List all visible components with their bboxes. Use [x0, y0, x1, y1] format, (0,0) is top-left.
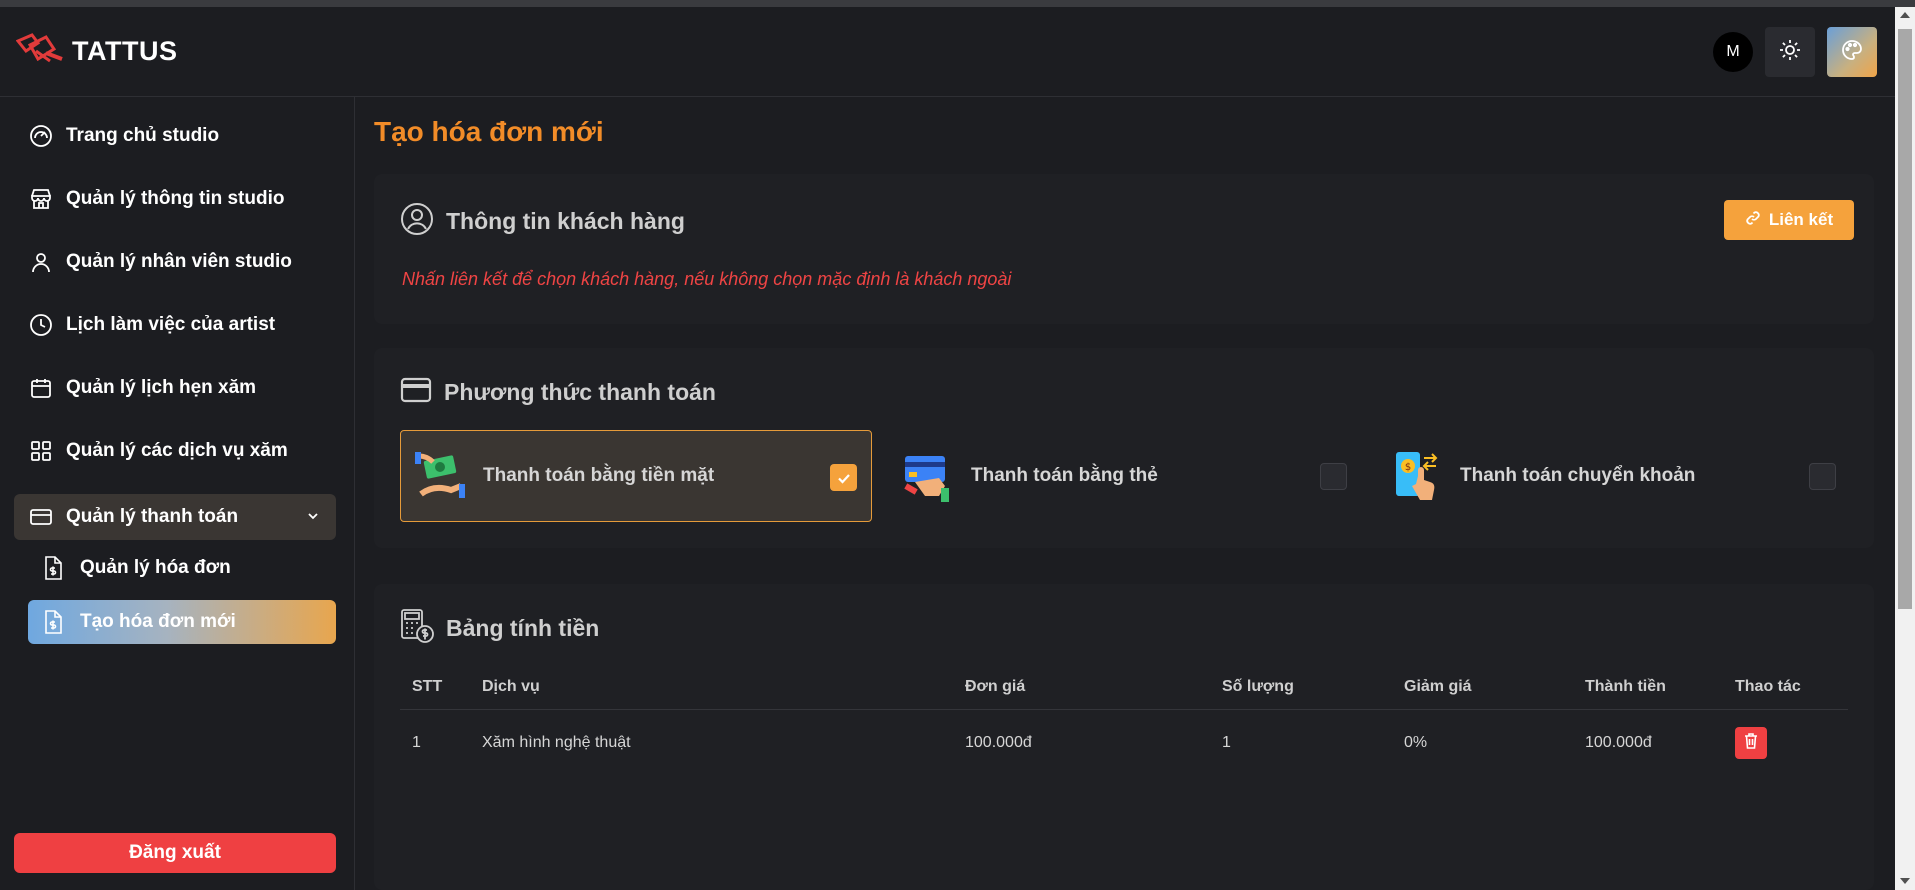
- sidebar-subitem-invoices[interactable]: Quản lý hóa đơn: [28, 546, 336, 590]
- sidebar-item-label: Tạo hóa đơn mới: [80, 611, 236, 632]
- card-payment-icon: [901, 448, 957, 504]
- billing-title: Bảng tính tiền: [446, 615, 600, 641]
- avatar[interactable]: M: [1713, 32, 1753, 72]
- credit-card-icon: [400, 376, 432, 409]
- sidebar-item-label: Trang chủ studio: [66, 125, 220, 146]
- page-scrollbar[interactable]: [1895, 7, 1915, 890]
- column-header-quantity: Số lượng: [1210, 666, 1392, 710]
- payment-option-cash[interactable]: Thanh toán bằng tiền mặt: [400, 430, 872, 522]
- browser-top-strip: [0, 0, 1915, 7]
- sidebar-item-label: Quản lý thông tin studio: [66, 188, 285, 209]
- scroll-thumb[interactable]: [1898, 29, 1912, 609]
- scroll-up-arrow-icon[interactable]: [1900, 12, 1910, 18]
- cell-stt: 1: [412, 734, 421, 752]
- sidebar-item-label: Quản lý lịch hẹn xăm: [66, 377, 257, 398]
- sidebar-item-studio-home[interactable]: Trang chủ studio: [14, 113, 336, 159]
- sidebar-subitem-create-invoice[interactable]: Tạo hóa đơn mới: [28, 600, 336, 644]
- column-header-total: Thành tiền: [1573, 666, 1723, 710]
- cell-unit-price: 100.000đ: [965, 734, 1032, 752]
- payment-checkbox-transfer[interactable]: [1809, 463, 1836, 490]
- cell-service: Xăm hình nghệ thuật: [482, 734, 631, 752]
- sidebar-item-payments[interactable]: Quản lý thanh toán: [14, 494, 336, 540]
- billing-table: STT Dịch vụ Đơn giá Số lượng Giảm giá Th…: [400, 666, 1848, 777]
- column-header-service: Dịch vụ: [470, 666, 953, 710]
- sidebar-item-artist-schedule[interactable]: Lịch làm việc của artist: [14, 302, 336, 348]
- theme-toggle-button[interactable]: [1765, 27, 1815, 77]
- cell-discount: 0%: [1404, 734, 1428, 752]
- payment-option-label: Thanh toán bằng tiền mặt: [483, 465, 715, 486]
- column-header-stt: STT: [400, 666, 470, 710]
- chevron-down-icon: [304, 507, 322, 530]
- column-header-discount: Giảm giá: [1392, 666, 1573, 710]
- column-header-unit-price: Đơn giá: [953, 666, 1210, 710]
- brand-name: TATTUS: [72, 36, 178, 66]
- color-palette-button[interactable]: [1827, 27, 1877, 77]
- payment-method-title: Phương thức thanh toán: [444, 379, 716, 405]
- sidebar-item-label: Quản lý thanh toán: [66, 506, 239, 527]
- sidebar-item-label: Quản lý hóa đơn: [80, 557, 231, 578]
- customer-info-card: Thông tin khách hàng Liên kết Nhấn liên …: [374, 174, 1874, 324]
- customer-info-header: Thông tin khách hàng: [400, 202, 685, 241]
- delete-row-button[interactable]: [1735, 727, 1767, 760]
- customer-info-title: Thông tin khách hàng: [446, 208, 685, 234]
- store-icon: [28, 186, 54, 212]
- sidebar-item-label: Quản lý các dịch vụ xăm: [66, 440, 288, 461]
- sidebar-item-label: Quản lý nhân viên studio: [66, 251, 292, 272]
- scroll-down-arrow-icon[interactable]: [1900, 878, 1910, 884]
- payment-checkbox-cash[interactable]: [830, 464, 857, 491]
- bank-transfer-icon: $: [1390, 448, 1446, 504]
- cell-total: 100.000đ: [1585, 734, 1652, 752]
- invoice-icon: [42, 556, 64, 580]
- sun-icon: [1779, 39, 1801, 66]
- main-content: Tạo hóa đơn mới Thông tin khách hàng Liê…: [356, 98, 1895, 890]
- calendar-icon: [28, 375, 54, 401]
- payment-option-card[interactable]: Thanh toán bằng thẻ: [889, 430, 1361, 522]
- billing-card: Bảng tính tiền STT Dịch vụ Đơn giá Số lư…: [374, 584, 1874, 890]
- cell-actions: [1723, 709, 1848, 777]
- invoice-icon: [42, 610, 64, 634]
- tattoo-logo-icon: [15, 31, 64, 72]
- payment-method-header: Phương thức thanh toán: [400, 376, 716, 409]
- customer-hint-text: Nhấn liên kết để chọn khách hàng, nếu kh…: [402, 269, 1012, 289]
- brand-logo[interactable]: TATTUS: [15, 31, 178, 72]
- table-row: 1 Xăm hình nghệ thuật 100.000đ 1 0% 100.…: [400, 709, 1848, 777]
- sidebar-item-appointments[interactable]: Quản lý lịch hẹn xăm: [14, 365, 336, 411]
- user-icon: [28, 249, 54, 275]
- column-header-actions: Thao tác: [1723, 666, 1848, 710]
- logout-button[interactable]: Đăng xuất: [14, 833, 336, 873]
- sidebar-item-staff[interactable]: Quản lý nhân viên studio: [14, 239, 336, 285]
- calculator-icon: [400, 608, 434, 649]
- cash-payment-icon: [413, 448, 469, 504]
- sidebar-item-services[interactable]: Quản lý các dịch vụ xăm: [14, 428, 336, 474]
- sidebar-item-label: Lịch làm việc của artist: [66, 314, 276, 335]
- cell-quantity: 1: [1222, 734, 1231, 752]
- payment-option-label: Thanh toán chuyển khoản: [1460, 465, 1696, 486]
- user-circle-icon: [400, 202, 434, 241]
- sidebar: Trang chủ studio Quản lý thông tin studi…: [0, 97, 355, 890]
- link-icon: [1745, 210, 1761, 231]
- page-title: Tạo hóa đơn mới: [374, 116, 604, 147]
- link-customer-button[interactable]: Liên kết: [1724, 200, 1854, 240]
- speedometer-icon: [28, 123, 54, 149]
- svg-text:$: $: [1405, 462, 1411, 473]
- grid-icon: [28, 438, 54, 464]
- payment-option-label: Thanh toán bằng thẻ: [971, 465, 1158, 486]
- palette-icon: [1841, 39, 1863, 66]
- trash-icon: [1744, 732, 1758, 754]
- clock-icon: [28, 312, 54, 338]
- link-customer-label: Liên kết: [1768, 210, 1834, 229]
- billing-header: Bảng tính tiền: [400, 608, 599, 649]
- payment-checkbox-card[interactable]: [1320, 463, 1347, 490]
- payment-option-transfer[interactable]: $ Thanh toán chuyển khoản: [1378, 430, 1850, 522]
- payment-method-card: Phương thức thanh toán Thanh toán bằng t…: [374, 348, 1874, 548]
- header-actions: M: [1713, 27, 1877, 77]
- table-header-row: STT Dịch vụ Đơn giá Số lượng Giảm giá Th…: [400, 666, 1848, 710]
- credit-card-icon: [28, 504, 54, 530]
- top-header: TATTUS M: [0, 7, 1895, 97]
- sidebar-item-studio-info[interactable]: Quản lý thông tin studio: [14, 176, 336, 222]
